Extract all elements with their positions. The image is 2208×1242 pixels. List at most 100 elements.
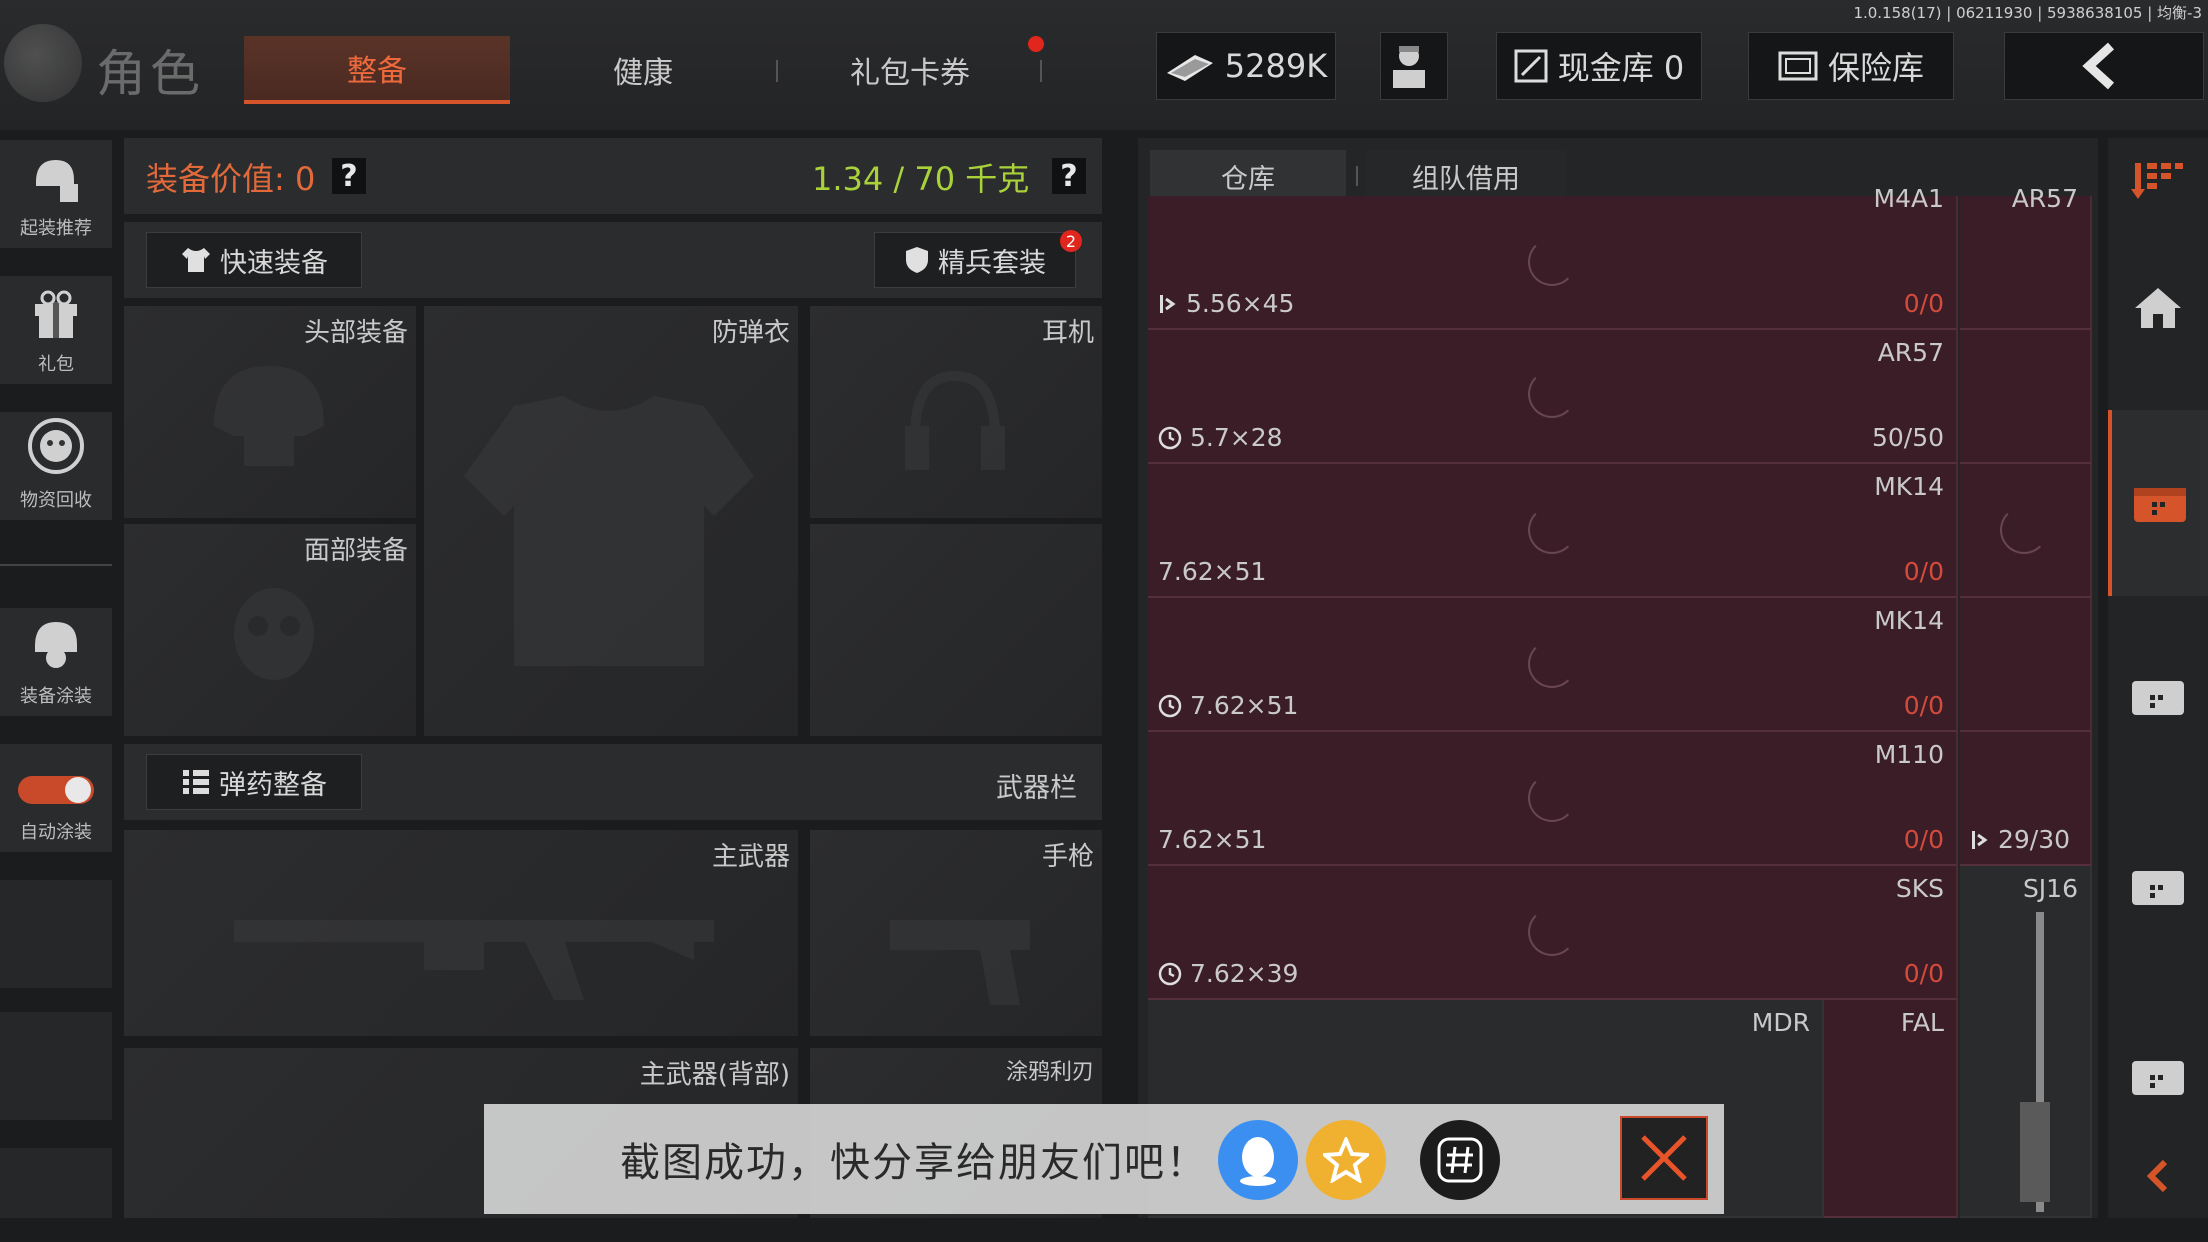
slot-head[interactable]: 头部装备	[124, 306, 416, 518]
vest-icon	[464, 396, 754, 666]
storage-tab-1[interactable]	[2108, 410, 2208, 596]
clock-icon	[1158, 962, 1182, 985]
clock-icon	[1158, 694, 1182, 717]
slot-face-label: 面部装备	[303, 536, 408, 566]
storage-cell[interactable]	[1960, 330, 2092, 464]
storage-cell[interactable]: AR57 5.7×28 50/50	[1148, 330, 1958, 464]
slot-face[interactable]: 面部装备	[124, 524, 416, 736]
storage-row: SKS 7.62×39 0/0 SJ16	[1148, 866, 2092, 1218]
slot-armor-label: 防弹衣	[711, 318, 790, 348]
storage-tab-2[interactable]	[2108, 636, 2208, 756]
money-display[interactable]: 5289K	[1156, 32, 1336, 100]
hashtag-icon	[1437, 1137, 1483, 1183]
ammo-count: 0/0	[1903, 959, 1944, 988]
tab-health[interactable]: 健康	[548, 36, 738, 104]
elite-suit-button[interactable]: 精兵套装	[874, 232, 1076, 288]
tab-team-borrow[interactable]: 组队借用	[1366, 150, 1566, 202]
sidebar-item-auto-skin[interactable]: 自动涂装	[0, 744, 112, 852]
cash-vault-button[interactable]: 现金库 0	[1496, 32, 1702, 100]
caliber: 29/30	[1970, 825, 2070, 854]
back-button[interactable]	[2004, 32, 2204, 100]
slot-pistol[interactable]: 手枪	[810, 830, 1102, 1036]
weapon-name: AR57	[2011, 184, 2078, 213]
tab-warehouse[interactable]: 仓库	[1150, 150, 1346, 202]
storage-cell[interactable]	[1960, 598, 2092, 732]
filter-button[interactable]	[2108, 120, 2208, 240]
shield-icon	[906, 247, 928, 273]
page-title: 角色	[96, 45, 204, 103]
caliber-text: 29/30	[1998, 825, 2071, 854]
headset-icon	[905, 370, 1005, 470]
weapon-name: MK14	[1874, 606, 1944, 635]
weapon-name: SKS	[1895, 874, 1944, 903]
share-qzone-button[interactable]	[1306, 1120, 1386, 1200]
storage-cell[interactable]: 29/30	[1960, 732, 2092, 866]
loading-spinner	[1528, 908, 1576, 956]
slot-earphone[interactable]: 耳机	[810, 306, 1102, 518]
slot-graffiti-blade-label: 涂鸦利刃	[1005, 1060, 1094, 1085]
sidebar-item-label: 物资回收	[20, 490, 92, 511]
storage-cell[interactable]: M110 7.62×51 0/0	[1148, 732, 1958, 866]
slot-primary-label: 主武器	[711, 842, 790, 872]
storage-row: M4A1 5.56×45 0/0 AR57	[1148, 184, 2092, 330]
ammo-button[interactable]: 弹药整备	[146, 754, 362, 810]
storage-cell[interactable]: MK14 7.62×51 0/0	[1148, 598, 1958, 732]
tab-divider	[1356, 166, 1358, 186]
slot-armor[interactable]: 防弹衣	[424, 306, 798, 736]
share-hashtag-button[interactable]	[1420, 1120, 1500, 1200]
sidebar-empty-slot	[0, 880, 112, 988]
clock-icon	[1158, 426, 1182, 449]
export-icon	[1160, 294, 1176, 313]
notification-dot	[1028, 36, 1044, 52]
slot-primary[interactable]: 主武器	[124, 830, 798, 1036]
weapon-name: FAL	[1900, 1008, 1944, 1037]
sidebar-item-skin[interactable]: 装备涂装	[0, 608, 112, 716]
loading-spinner	[1528, 774, 1576, 822]
crate-icon	[2132, 871, 2184, 905]
share-qq-button[interactable]	[1218, 1120, 1298, 1200]
safe-icon	[1778, 51, 1818, 81]
storage-cell[interactable]: M4A1 5.56×45 0/0	[1148, 184, 1958, 330]
storage-tab-3[interactable]	[2108, 826, 2208, 946]
toggle-icon[interactable]	[16, 772, 96, 808]
recycle-icon	[28, 418, 84, 474]
loading-spinner	[2000, 506, 2048, 554]
safe-button[interactable]: 保险库	[1748, 32, 1954, 100]
tab-gift-cards[interactable]: 礼包卡券	[800, 36, 1020, 104]
loading-spinner	[1528, 238, 1576, 286]
storage-cell[interactable]: SKS 7.62×39 0/0	[1148, 866, 1958, 1000]
weapon-name: MDR	[1751, 1008, 1810, 1037]
quick-equip-button[interactable]: 快速装备	[146, 232, 362, 288]
sidebar-item-recycle[interactable]: 物资回收	[0, 412, 112, 520]
slot-empty	[810, 524, 1102, 736]
weight-help-button[interactable]: ?	[1052, 158, 1086, 194]
star-icon	[1323, 1137, 1369, 1183]
tab-equip[interactable]: 整备	[244, 36, 510, 104]
tab-divider	[1040, 60, 1042, 82]
storage-row: MK14 7.62×51 0/0	[1148, 598, 2092, 732]
game-screen: 1.0.158(17) | 06211930 | 5938638105 | 均衡…	[0, 0, 2208, 1242]
weight-value: 1.34 / 70 千克	[812, 160, 1030, 198]
caliber-text: 5.56×45	[1186, 289, 1295, 318]
operator-button[interactable]	[1380, 32, 1448, 100]
pistol-icon	[890, 920, 1030, 1005]
storage-cell[interactable]: MK14 7.62×51 0/0	[1148, 464, 1958, 598]
storage-cell[interactable]: AR57	[1960, 184, 2092, 330]
toast-close-button[interactable]	[1620, 1116, 1708, 1200]
collapse-button[interactable]	[2108, 1116, 2208, 1236]
slot-head-label: 头部装备	[303, 318, 408, 348]
storage-cell[interactable]: FAL	[1824, 1000, 1958, 1218]
back-arrow-icon	[2082, 42, 2115, 90]
sidebar-item-gift[interactable]: 礼包	[0, 276, 112, 384]
ammo-list-icon	[183, 770, 209, 794]
helmet-gear-icon	[36, 160, 78, 202]
ammo-count: 0/0	[1903, 557, 1944, 586]
weapon-name: AR57	[1877, 338, 1944, 367]
storage-cell[interactable]	[1960, 464, 2092, 598]
caliber: 7.62×51	[1158, 557, 1267, 586]
sidebar-empty-slot	[0, 1148, 112, 1218]
home-button[interactable]	[2108, 248, 2208, 368]
equip-value-help-button[interactable]: ?	[332, 158, 366, 194]
sidebar-item-recommend[interactable]: 起装推荐	[0, 140, 112, 248]
elite-suit-label: 精兵套装	[938, 247, 1046, 279]
